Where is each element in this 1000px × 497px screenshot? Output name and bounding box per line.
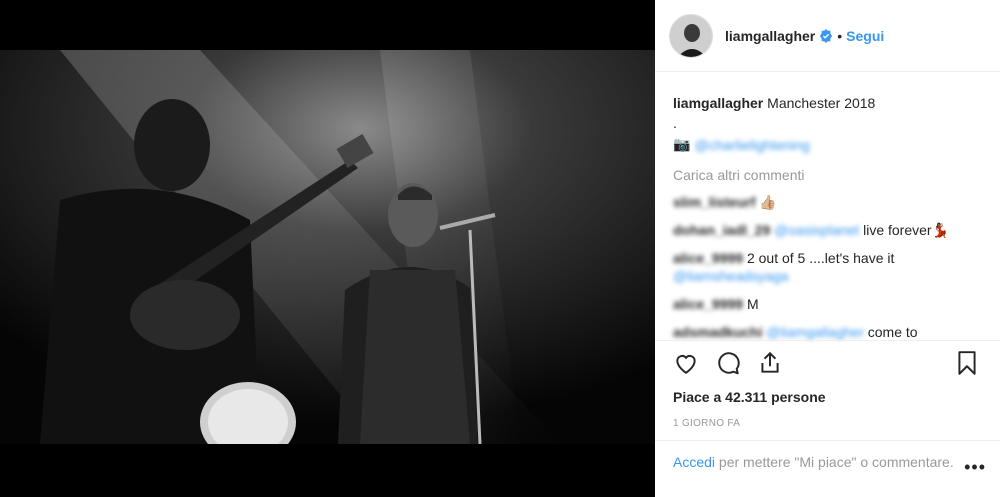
comment-item: dohan_iadl_29 @oasisplanet live forever💃… [673, 221, 984, 239]
share-button[interactable] [755, 348, 785, 378]
comment-icon [718, 351, 740, 374]
comment-text: 👍🏼 [759, 194, 777, 210]
caption: liamgallagher Manchester 2018 [673, 94, 984, 112]
likes-count[interactable]: Piace a 42.311 persone [673, 389, 826, 405]
share-icon [761, 351, 779, 373]
comments-section: liamgallagher Manchester 2018 . 📷 @charl… [655, 72, 1000, 342]
more-options-button[interactable]: ••• [964, 458, 986, 476]
login-link[interactable]: Accedi [673, 454, 715, 470]
separator-dot: • [837, 27, 843, 44]
comment-item: alice_9999 2 out of 5 ....let's have it … [673, 249, 984, 285]
bookmark-icon [958, 351, 976, 375]
comment-username[interactable]: dohan_iadl_29 [673, 222, 770, 238]
caption-username[interactable]: liamgallagher [673, 95, 763, 111]
post-sidebar: liamgallagher • Segui liamgallagher Manc… [655, 0, 1000, 497]
comment-mention[interactable]: @liamsheadsyaga [673, 268, 788, 284]
caption-credit: 📷 @charlielightening [673, 136, 984, 153]
comment-username[interactable]: slim_listeurf [673, 194, 755, 210]
save-button[interactable] [952, 348, 982, 378]
verified-badge-icon [820, 28, 833, 43]
login-prompt-text: per mettere "Mi piace" o commentare. [715, 454, 954, 470]
heart-icon [676, 354, 696, 374]
comment-text: 2 out of 5 ....let's have it [746, 250, 895, 266]
post-photo[interactable] [0, 50, 655, 444]
comment-text: come to [863, 324, 918, 340]
post-header: liamgallagher • Segui [655, 0, 1000, 72]
concert-photo-illustration [0, 50, 655, 444]
follow-button[interactable]: Segui [846, 28, 884, 44]
like-button[interactable] [671, 348, 701, 378]
action-bar [655, 340, 1000, 384]
comment-item: adsmadkuchi @liamgallagher come to [673, 323, 984, 341]
post-timestamp[interactable]: 1 GIORNO FA [673, 418, 740, 429]
comment-text: live forever💃🏾 [859, 222, 949, 238]
comment-button[interactable] [713, 348, 743, 378]
comment-username[interactable]: alice_9999 [673, 296, 743, 312]
photographer-mention[interactable]: @charlielightening [694, 137, 809, 153]
comment-mention[interactable]: @oasisplanet [774, 222, 859, 238]
comment-text: M [746, 296, 759, 312]
comment-mention[interactable]: @liamgallagher [766, 324, 863, 340]
username[interactable]: liamgallagher [725, 28, 815, 44]
instagram-post-modal: liamgallagher • Segui liamgallagher Manc… [0, 0, 1000, 497]
avatar[interactable] [669, 13, 713, 58]
photo-pane [0, 0, 655, 497]
login-prompt: Accedi per mettere "Mi piace" o commenta… [655, 440, 1000, 472]
comment-item: slim_listeurf 👍🏼 [673, 193, 984, 211]
comment-item: alice_9999 M [673, 295, 984, 313]
camera-icon: 📷 [673, 136, 691, 152]
caption-dot: . [673, 115, 677, 131]
comment-username[interactable]: alice_9999 [673, 250, 743, 266]
load-more-comments-button[interactable]: Carica altri commenti [673, 167, 984, 183]
caption-text: Manchester 2018 [767, 95, 876, 111]
comment-username[interactable]: adsmadkuchi [673, 324, 762, 340]
